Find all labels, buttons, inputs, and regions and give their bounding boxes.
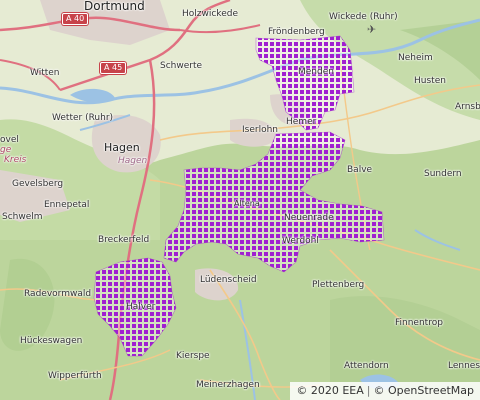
place-neuenrade: Neuenrade	[284, 213, 334, 223]
place-ludenscheid: Lüdenscheid	[200, 275, 257, 285]
place-dortmund: Dortmund	[84, 0, 145, 13]
region-edge-ge: ge	[0, 145, 12, 155]
place-wickede: Wickede (Ruhr)	[329, 12, 398, 22]
place-gevelsberg: Gevelsberg	[12, 179, 64, 189]
place-ennepetal: Ennepetal	[44, 200, 90, 210]
place-breckerfeld: Breckerfeld	[98, 235, 150, 245]
place-hagen: Hagen	[104, 141, 140, 154]
place-lennestadt: Lennesta	[448, 361, 480, 371]
place-arnsberg: Arnsbe	[455, 102, 480, 112]
place-kierspe: Kierspe	[176, 351, 210, 361]
place-sundern: Sundern	[424, 169, 462, 179]
place-balve: Balve	[347, 165, 373, 175]
place-frondenberg: Fröndenberg	[268, 27, 325, 37]
place-radevormwald: Radevormwald	[24, 289, 92, 299]
region-hagen: Hagen	[118, 156, 148, 166]
place-husten: Husten	[414, 76, 446, 86]
place-wetter: Wetter (Ruhr)	[52, 113, 114, 123]
place-halver: Halver	[126, 302, 156, 312]
place-plettenberg: Plettenberg	[312, 280, 365, 290]
attribution-eea[interactable]: © 2020 EEA	[296, 384, 363, 397]
attribution-osm[interactable]: © OpenStreetMap	[373, 384, 474, 397]
place-iserlohn: Iserlohn	[242, 125, 278, 135]
place-edge-ovel: ovel	[0, 135, 19, 145]
airport-icon: ✈	[367, 23, 377, 36]
place-huckeswagen: Hückeswagen	[20, 336, 83, 346]
place-finnentrop: Finnentrop	[395, 318, 443, 328]
place-holzwickede: Holzwickede	[182, 9, 238, 19]
place-wipperfurth: Wipperfürth	[48, 371, 102, 381]
place-menden: Menden	[298, 67, 334, 77]
place-hemer: Hemer	[286, 117, 317, 127]
map-canvas[interactable]: Dortmund Holzwickede Fröndenberg Wickede…	[0, 0, 480, 400]
place-schwelm: Schwelm	[2, 212, 43, 222]
place-werdohl: Werdohl	[282, 236, 319, 246]
place-schwerte: Schwerte	[160, 61, 203, 71]
place-neheim: Neheim	[398, 53, 433, 63]
region-kreis: Kreis	[4, 155, 27, 165]
place-witten: Witten	[30, 68, 60, 78]
road-shield-a45: A 45	[100, 62, 127, 74]
place-altena: Altena	[234, 199, 260, 208]
road-shield-a40: A 40	[62, 13, 89, 25]
map-attribution: © 2020 EEA | © OpenStreetMap	[290, 382, 480, 400]
place-meinerzhagen: Meinerzhagen	[196, 380, 260, 390]
place-attendorn: Attendorn	[344, 361, 389, 371]
